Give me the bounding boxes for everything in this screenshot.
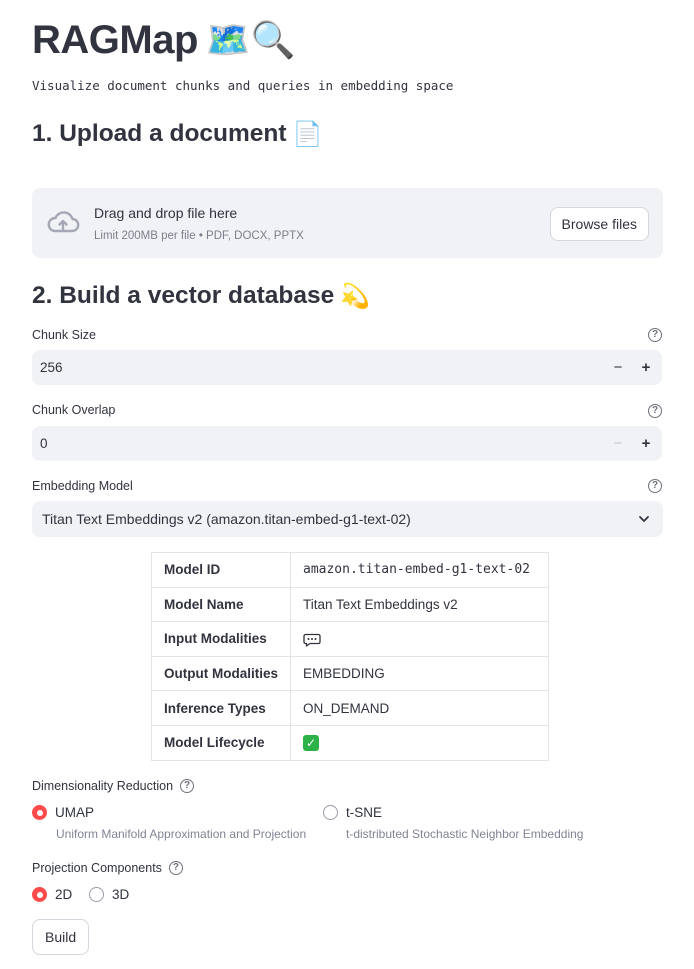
radio-selected-icon[interactable] bbox=[32, 887, 47, 902]
dizzy-star-icon: 💫 bbox=[340, 282, 371, 310]
radio-option-3d[interactable]: 3D bbox=[89, 887, 129, 902]
app-subtitle: Visualize document chunks and queries in… bbox=[32, 78, 454, 93]
speech-bubble-icon bbox=[303, 633, 321, 647]
table-value: ON_DEMAND bbox=[290, 690, 549, 726]
embedding-model-select[interactable]: Titan Text Embeddings v2 (amazon.titan-e… bbox=[32, 501, 663, 537]
map-magnifier-icon: 🗺️🔍 bbox=[205, 20, 296, 61]
question-circle-icon[interactable]: ? bbox=[648, 328, 662, 342]
upload-heading: 1. Upload a document 📄 bbox=[32, 118, 322, 150]
radio-option-umap[interactable]: UMAP bbox=[32, 805, 94, 820]
app-title: RAGMap 🗺️🔍 bbox=[32, 14, 296, 66]
radio-label-umap: UMAP bbox=[55, 805, 95, 820]
chunk-overlap-input[interactable]: 0 − + bbox=[32, 426, 662, 461]
build-button[interactable]: Build bbox=[32, 919, 90, 955]
dim-reduction-label-text: Dimensionality Reduction bbox=[32, 779, 174, 793]
table-key: Input Modalities bbox=[151, 621, 291, 657]
table-row: Model Name Titan Text Embeddings v2 bbox=[151, 586, 549, 623]
model-info-table: Model ID amazon.titan-embed-g1-text-02 M… bbox=[151, 552, 549, 761]
green-check-icon: ✓ bbox=[303, 734, 319, 751]
chunk-size-increment-button[interactable]: + bbox=[636, 350, 656, 385]
build-heading: 2. Build a vector database 💫 bbox=[32, 280, 370, 312]
radio-unselected-icon[interactable] bbox=[89, 887, 104, 902]
radio-label-3d: 3D bbox=[112, 887, 130, 902]
table-row: Input Modalities bbox=[151, 621, 549, 657]
radio-desc-umap: Uniform Manifold Approximation and Proje… bbox=[56, 827, 307, 841]
question-circle-icon[interactable]: ? bbox=[168, 861, 183, 875]
file-dropzone[interactable]: Drag and drop file here Limit 200MB per … bbox=[32, 188, 663, 258]
embedding-model-label: Embedding Model bbox=[32, 479, 133, 493]
chevron-down-icon bbox=[639, 516, 649, 522]
radio-label-2d: 2D bbox=[55, 887, 73, 902]
page-icon: 📄 bbox=[292, 120, 323, 148]
table-row: Model ID amazon.titan-embed-g1-text-02 bbox=[151, 552, 549, 588]
radio-selected-icon[interactable] bbox=[32, 805, 47, 820]
chunk-size-label: Chunk Size bbox=[32, 328, 96, 342]
chunk-size-decrement-button[interactable]: − bbox=[608, 350, 628, 385]
table-value: amazon.titan-embed-g1-text-02 bbox=[290, 552, 549, 588]
table-key: Model Lifecycle bbox=[151, 724, 291, 761]
embedding-model-selected: Titan Text Embeddings v2 (amazon.titan-e… bbox=[42, 511, 411, 527]
table-key: Model ID bbox=[151, 552, 291, 588]
chunk-size-input[interactable]: 256 − + bbox=[32, 350, 662, 385]
cloud-upload-icon bbox=[47, 211, 80, 233]
table-value bbox=[290, 621, 549, 657]
table-value: Titan Text Embeddings v2 bbox=[290, 586, 549, 623]
chunk-overlap-decrement-button[interactable]: − bbox=[608, 426, 628, 461]
projection-label-text: Projection Components bbox=[32, 861, 162, 875]
table-key: Inference Types bbox=[151, 690, 291, 726]
app-title-text: RAGMap bbox=[32, 18, 198, 62]
build-heading-text: 2. Build a vector database bbox=[32, 282, 335, 309]
chunk-overlap-value: 0 bbox=[40, 436, 48, 451]
chunk-size-value: 256 bbox=[40, 360, 63, 375]
table-value: ✓ bbox=[290, 724, 549, 761]
table-row: Output Modalities EMBEDDING bbox=[151, 655, 549, 692]
table-row: Inference Types ON_DEMAND bbox=[151, 690, 549, 726]
radio-label-tsne: t-SNE bbox=[346, 805, 383, 820]
upload-heading-text: 1. Upload a document bbox=[32, 120, 287, 147]
dropzone-limit: Limit 200MB per file • PDF, DOCX, PPTX bbox=[94, 230, 304, 242]
question-circle-icon[interactable]: ? bbox=[648, 479, 662, 493]
radio-unselected-icon[interactable] bbox=[323, 805, 338, 820]
table-value: EMBEDDING bbox=[290, 655, 549, 692]
radio-desc-tsne: t-distributed Stochastic Neighbor Embedd… bbox=[346, 827, 584, 841]
question-circle-icon[interactable]: ? bbox=[180, 779, 195, 793]
radio-option-2d[interactable]: 2D bbox=[32, 887, 72, 902]
projection-label: Projection Components ? bbox=[32, 861, 183, 875]
table-key: Model Name bbox=[151, 586, 291, 623]
chunk-overlap-label: Chunk Overlap bbox=[32, 403, 116, 417]
chunk-overlap-increment-button[interactable]: + bbox=[636, 426, 656, 461]
table-key: Output Modalities bbox=[151, 655, 291, 692]
radio-option-tsne[interactable]: t-SNE bbox=[323, 805, 382, 820]
table-row: Model Lifecycle ✓ bbox=[151, 724, 549, 761]
dropzone-title: Drag and drop file here bbox=[94, 205, 238, 221]
question-circle-icon[interactable]: ? bbox=[648, 404, 662, 418]
browse-files-button[interactable]: Browse files bbox=[549, 207, 649, 241]
dim-reduction-label: Dimensionality Reduction ? bbox=[32, 779, 195, 793]
